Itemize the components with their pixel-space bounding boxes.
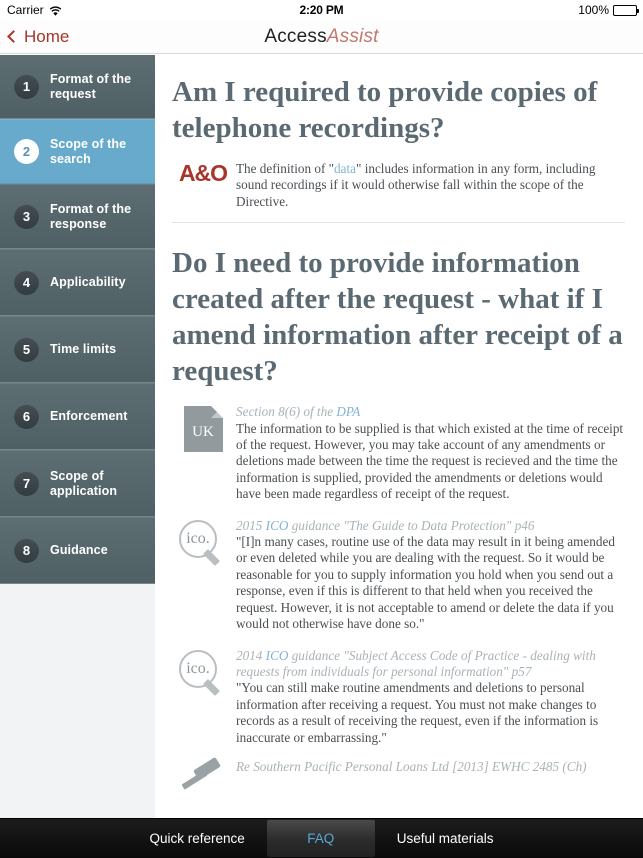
sidebar-item-label: Guidance — [50, 543, 108, 557]
uk-document-icon-label: UK — [192, 423, 214, 440]
sidebar-item-format-of-the-response[interactable]: 3 Format of the response — [0, 184, 155, 249]
citation: 2014 ICO guidance "Subject Access Code o… — [236, 648, 625, 681]
sidebar-item-label: Scope of application — [50, 468, 118, 498]
citation-prefix: Section 8(6) of the — [236, 404, 337, 420]
answer-entry-text: Re Southern Pacific Personal Loans Ltd [… — [234, 759, 625, 775]
answer-entry-dpa: UK Section 8(6) of the DPA The informati… — [172, 389, 625, 502]
sidebar-item-guidance[interactable]: 8 Guidance — [0, 517, 155, 584]
ao-logo-icon: A&O — [178, 160, 228, 186]
citation-suffix: guidance "Subject Access Code of Practic… — [236, 647, 596, 679]
app-title: AccessAssist — [0, 26, 643, 48]
app-title-secondary: Assist — [326, 25, 379, 47]
body-wrapper: 1 Format of the request 2 Scope of the s… — [0, 55, 643, 818]
sidebar-item-enforcement[interactable]: 6 Enforcement — [0, 383, 155, 450]
sidebar-item-scope-of-the-search[interactable]: 2 Scope of the search — [0, 119, 168, 184]
sidebar-item-label: Format of the request — [50, 71, 132, 101]
ico-magnifier-icon: ico. — [177, 519, 229, 566]
app-title-primary: Access — [264, 25, 327, 47]
answer-entry-text: Section 8(6) of the DPA The information … — [234, 404, 625, 502]
question-heading-2: Do I need to provide information created… — [172, 247, 623, 388]
tab-useful-materials[interactable]: Useful materials — [375, 819, 516, 858]
citation: Re Southern Pacific Personal Loans Ltd [… — [236, 758, 587, 774]
tab-quick-reference[interactable]: Quick reference — [127, 819, 266, 858]
entry-icon-slot — [172, 756, 234, 795]
sidebar-item-label: Scope of the search — [50, 136, 127, 166]
entry-icon-slot: ico. — [172, 518, 234, 566]
dpa-link[interactable]: DPA — [336, 404, 360, 419]
nav-bar: Home AccessAssist — [0, 20, 643, 54]
sidebar-item-number: 4 — [14, 270, 39, 295]
question-heading-1: Am I required to provide copies of telep… — [172, 76, 598, 144]
sidebar-item-number: 7 — [14, 471, 39, 496]
sidebar-item-number: 6 — [14, 404, 39, 429]
answer-entry-ico-2015: ico. 2015 ICO guidance "The Guide to Dat… — [172, 503, 625, 633]
answer-body-text: The information to be supplied is that w… — [236, 420, 624, 502]
sidebar-item-scope-of-application[interactable]: 7 Scope of application — [0, 450, 155, 517]
sidebar-item-number: 8 — [14, 538, 39, 563]
entry-icon-slot: A&O — [172, 160, 234, 186]
entry-icon-slot: ico. — [172, 648, 234, 696]
sidebar-item-applicability[interactable]: 4 Applicability — [0, 249, 155, 316]
uk-document-icon: UK — [183, 406, 223, 453]
battery-icon — [613, 4, 639, 16]
citation-prefix: 2014 — [236, 647, 266, 663]
answer-entry-ico-2014: ico. 2014 ICO guidance "Subject Access C… — [172, 633, 625, 746]
ico-link[interactable]: ICO — [266, 648, 289, 663]
main-content[interactable]: Am I required to provide copies of telep… — [155, 55, 643, 818]
answer-entry-case-law: Re Southern Pacific Personal Loans Ltd [… — [172, 746, 625, 795]
answer-entry-ao: A&O The definition of "data" includes in… — [172, 146, 625, 210]
sidebar-item-number: 2 — [14, 139, 39, 164]
tab-faq[interactable]: FAQ — [266, 820, 375, 857]
sidebar-item-number: 5 — [14, 337, 39, 362]
entry-icon-slot: UK — [172, 404, 234, 453]
status-bar: Carrier 2:20 PM 100% — [0, 0, 643, 20]
sidebar: 1 Format of the request 2 Scope of the s… — [0, 55, 168, 818]
citation: Section 8(6) of the DPA — [236, 404, 625, 420]
citation-prefix: 2015 — [236, 517, 266, 533]
sidebar-item-label: Format of the response — [50, 201, 132, 231]
sidebar-item-number: 1 — [14, 74, 39, 99]
sidebar-item-label: Applicability — [50, 275, 126, 289]
answer-body-text: "[I]n many cases, routine use of the dat… — [236, 534, 615, 632]
status-bar-time: 2:20 PM — [299, 3, 344, 17]
ico-magnifier-icon: ico. — [177, 649, 229, 696]
app-root: Carrier 2:20 PM 100% Home AccessAssist 1… — [0, 0, 643, 858]
citation-suffix: guidance "The Guide to Data Protection" … — [288, 517, 535, 533]
citation: 2015 ICO guidance "The Guide to Data Pro… — [236, 518, 625, 534]
sidebar-item-time-limits[interactable]: 5 Time limits — [0, 316, 155, 383]
sidebar-item-label: Time limits — [50, 342, 117, 356]
answer-entry-text: 2014 ICO guidance "Subject Access Code o… — [234, 648, 625, 746]
battery-percent-label: 100% — [578, 3, 609, 17]
status-bar-right: 100% — [578, 3, 639, 17]
sidebar-item-label: Enforcement — [50, 409, 128, 423]
ico-link[interactable]: ICO — [266, 518, 289, 533]
answer-body-text: "You can still make routine amendments a… — [236, 680, 599, 745]
gavel-icon — [180, 756, 226, 795]
sidebar-item-number: 3 — [14, 204, 39, 229]
data-definition-link[interactable]: data — [334, 161, 356, 176]
answer-entry-text: The definition of "data" includes inform… — [234, 161, 625, 210]
sidebar-item-format-of-the-request[interactable]: 1 Format of the request — [0, 55, 155, 119]
answer-text-before-link: The definition of " — [236, 161, 335, 176]
answer-entry-text: 2015 ICO guidance "The Guide to Data Pro… — [234, 518, 625, 633]
tab-bar: Quick reference FAQ Useful materials — [0, 818, 643, 858]
